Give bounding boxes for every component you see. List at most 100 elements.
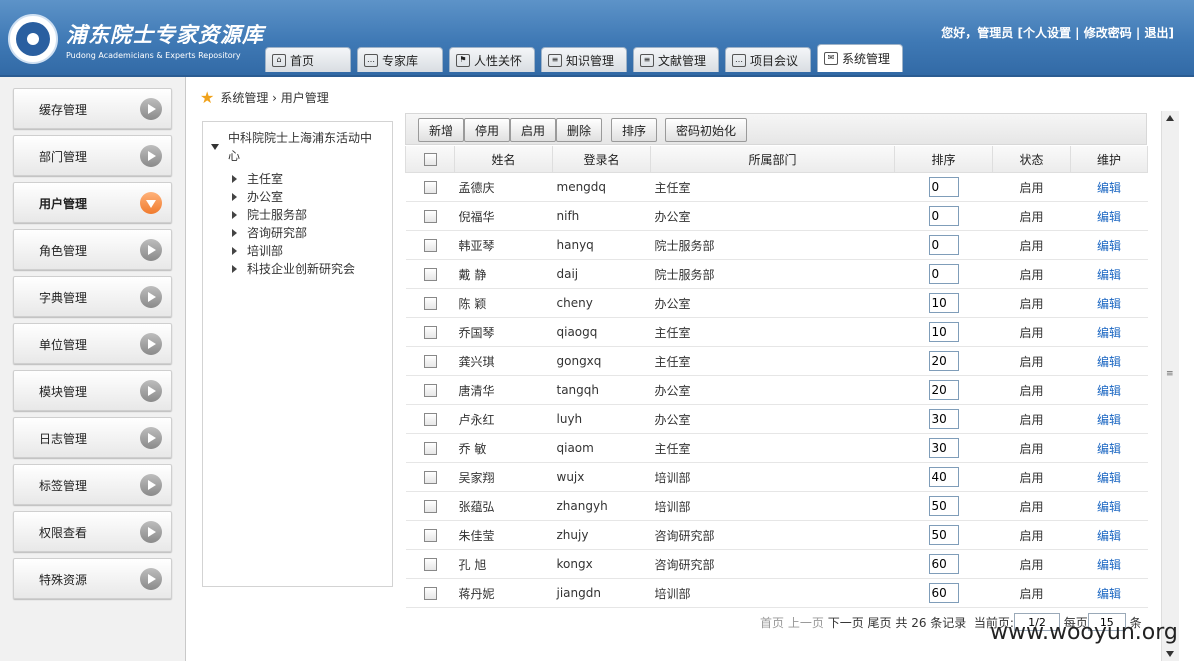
- scroll-up-icon[interactable]: [1166, 115, 1174, 121]
- expand-right-icon[interactable]: [232, 228, 237, 237]
- table-row[interactable]: 陈 颖cheny办公室 启用 编辑: [405, 288, 1148, 318]
- sort-input[interactable]: [928, 438, 959, 458]
- row-checkbox[interactable]: [423, 384, 437, 397]
- tree-root[interactable]: 中科院院士上海浦东活动中心: [228, 129, 378, 165]
- column-header-department[interactable]: 所属部门: [650, 146, 895, 173]
- sidebar-item-logs[interactable]: 日志管理: [13, 417, 172, 458]
- edit-link[interactable]: 编辑: [1097, 210, 1121, 224]
- table-row[interactable]: 孔 旭kongx咨询研究部 启用 编辑: [405, 549, 1148, 579]
- sort-input[interactable]: [928, 554, 959, 574]
- logout-link[interactable]: 退出]: [1145, 26, 1175, 40]
- edit-link[interactable]: 编辑: [1097, 384, 1121, 398]
- tab-meetings[interactable]: … 项目会议: [725, 47, 811, 72]
- sort-input[interactable]: [928, 264, 959, 284]
- column-header-login[interactable]: 登录名: [552, 146, 651, 173]
- last-page-link[interactable]: 尾页: [868, 614, 892, 631]
- add-button[interactable]: 新增: [418, 118, 464, 142]
- column-header-status[interactable]: 状态: [992, 146, 1071, 173]
- expand-right-icon[interactable]: [232, 246, 237, 255]
- reset-password-button[interactable]: 密码初始化: [665, 118, 747, 142]
- edit-link[interactable]: 编辑: [1097, 268, 1121, 282]
- table-row[interactable]: 卢永红luyh办公室 启用 编辑: [405, 404, 1148, 434]
- sidebar-item-dictionary[interactable]: 字典管理: [13, 276, 172, 317]
- expand-down-icon[interactable]: [211, 144, 219, 150]
- table-row[interactable]: 蒋丹妮jiangdn培训部 启用 编辑: [405, 578, 1148, 608]
- expand-right-icon[interactable]: [232, 174, 237, 183]
- column-header-sort[interactable]: 排序: [894, 146, 993, 173]
- logo[interactable]: 浦东院士专家资源库 Pudong Academicians & Experts …: [8, 14, 264, 64]
- table-row[interactable]: 倪福华nifh办公室 启用 编辑: [405, 201, 1148, 231]
- sidebar-item-cache[interactable]: 缓存管理: [13, 88, 172, 129]
- sort-input[interactable]: [928, 177, 959, 197]
- row-checkbox[interactable]: [423, 413, 437, 426]
- edit-link[interactable]: 编辑: [1097, 326, 1121, 340]
- column-header-name[interactable]: 姓名: [454, 146, 553, 173]
- vertical-scrollbar[interactable]: ≡: [1161, 111, 1179, 661]
- row-checkbox[interactable]: [423, 471, 437, 484]
- sort-input[interactable]: [928, 583, 959, 603]
- table-row[interactable]: 戴 静daij院士服务部 启用 编辑: [405, 259, 1148, 289]
- sort-input[interactable]: [928, 293, 959, 313]
- edit-link[interactable]: 编辑: [1097, 587, 1121, 601]
- tree-node[interactable]: 培训部: [232, 242, 283, 259]
- sidebar-item-units[interactable]: 单位管理: [13, 323, 172, 364]
- row-checkbox[interactable]: [423, 442, 437, 455]
- sort-input[interactable]: [928, 380, 959, 400]
- sort-input[interactable]: [928, 525, 959, 545]
- change-password-link[interactable]: 修改密码: [1084, 26, 1132, 40]
- row-checkbox[interactable]: [423, 355, 437, 368]
- scroll-down-icon[interactable]: [1166, 651, 1174, 657]
- table-row[interactable]: 韩亚琴hanyq院士服务部 启用 编辑: [405, 230, 1148, 260]
- edit-link[interactable]: 编辑: [1097, 442, 1121, 456]
- row-checkbox[interactable]: [423, 558, 437, 571]
- expand-right-icon[interactable]: [232, 264, 237, 273]
- table-row[interactable]: 龚兴琪gongxq主任室 启用 编辑: [405, 346, 1148, 376]
- sort-input[interactable]: [928, 467, 959, 487]
- expand-right-icon[interactable]: [232, 192, 237, 201]
- edit-link[interactable]: 编辑: [1097, 471, 1121, 485]
- tree-node[interactable]: 科技企业创新研究会: [232, 260, 355, 277]
- edit-link[interactable]: 编辑: [1097, 239, 1121, 253]
- table-row[interactable]: 唐清华tangqh办公室 启用 编辑: [405, 375, 1148, 405]
- table-row[interactable]: 乔国琴qiaogq主任室 启用 编辑: [405, 317, 1148, 347]
- tab-system[interactable]: ✉ 系统管理: [817, 44, 903, 72]
- sidebar-item-permissions[interactable]: 权限查看: [13, 511, 172, 552]
- tab-home[interactable]: ⌂ 首页: [265, 47, 351, 72]
- tab-care[interactable]: ⚑ 人性关怀: [449, 47, 535, 72]
- row-checkbox[interactable]: [423, 529, 437, 542]
- next-page-link[interactable]: 下一页: [828, 614, 864, 631]
- table-row[interactable]: 朱佳莹zhujy咨询研究部 启用 编辑: [405, 520, 1148, 550]
- sort-input[interactable]: [928, 351, 959, 371]
- sort-input[interactable]: [928, 206, 959, 226]
- edit-link[interactable]: 编辑: [1097, 297, 1121, 311]
- tree-node[interactable]: 主任室: [232, 170, 283, 187]
- sidebar-item-roles[interactable]: 角色管理: [13, 229, 172, 270]
- enable-button[interactable]: 启用: [510, 118, 556, 142]
- tree-node[interactable]: 院士服务部: [232, 206, 307, 223]
- edit-link[interactable]: 编辑: [1097, 529, 1121, 543]
- table-row[interactable]: 吴家翔wujx培训部 启用 编辑: [405, 462, 1148, 492]
- sort-button[interactable]: 排序: [611, 118, 657, 142]
- edit-link[interactable]: 编辑: [1097, 558, 1121, 572]
- edit-link[interactable]: 编辑: [1097, 355, 1121, 369]
- expand-right-icon[interactable]: [232, 210, 237, 219]
- first-page-link[interactable]: 首页: [760, 614, 784, 631]
- sort-input[interactable]: [928, 496, 959, 516]
- sort-input[interactable]: [928, 322, 959, 342]
- edit-link[interactable]: 编辑: [1097, 500, 1121, 514]
- sort-input[interactable]: [928, 409, 959, 429]
- row-checkbox[interactable]: [423, 326, 437, 339]
- row-checkbox[interactable]: [423, 297, 437, 310]
- row-checkbox[interactable]: [423, 268, 437, 281]
- row-checkbox[interactable]: [423, 210, 437, 223]
- tree-node[interactable]: 咨询研究部: [232, 224, 307, 241]
- tab-experts[interactable]: … 专家库: [357, 47, 443, 72]
- delete-button[interactable]: 删除: [556, 118, 602, 142]
- tree-node[interactable]: 办公室: [232, 188, 283, 205]
- personal-settings-link[interactable]: [个人设置: [1017, 26, 1071, 40]
- prev-page-link[interactable]: 上一页: [788, 614, 824, 631]
- edit-link[interactable]: 编辑: [1097, 181, 1121, 195]
- table-row[interactable]: 乔 敏qiaom主任室 启用 编辑: [405, 433, 1148, 463]
- row-checkbox[interactable]: [423, 181, 437, 194]
- tab-knowledge[interactable]: ≡ 知识管理: [541, 47, 627, 72]
